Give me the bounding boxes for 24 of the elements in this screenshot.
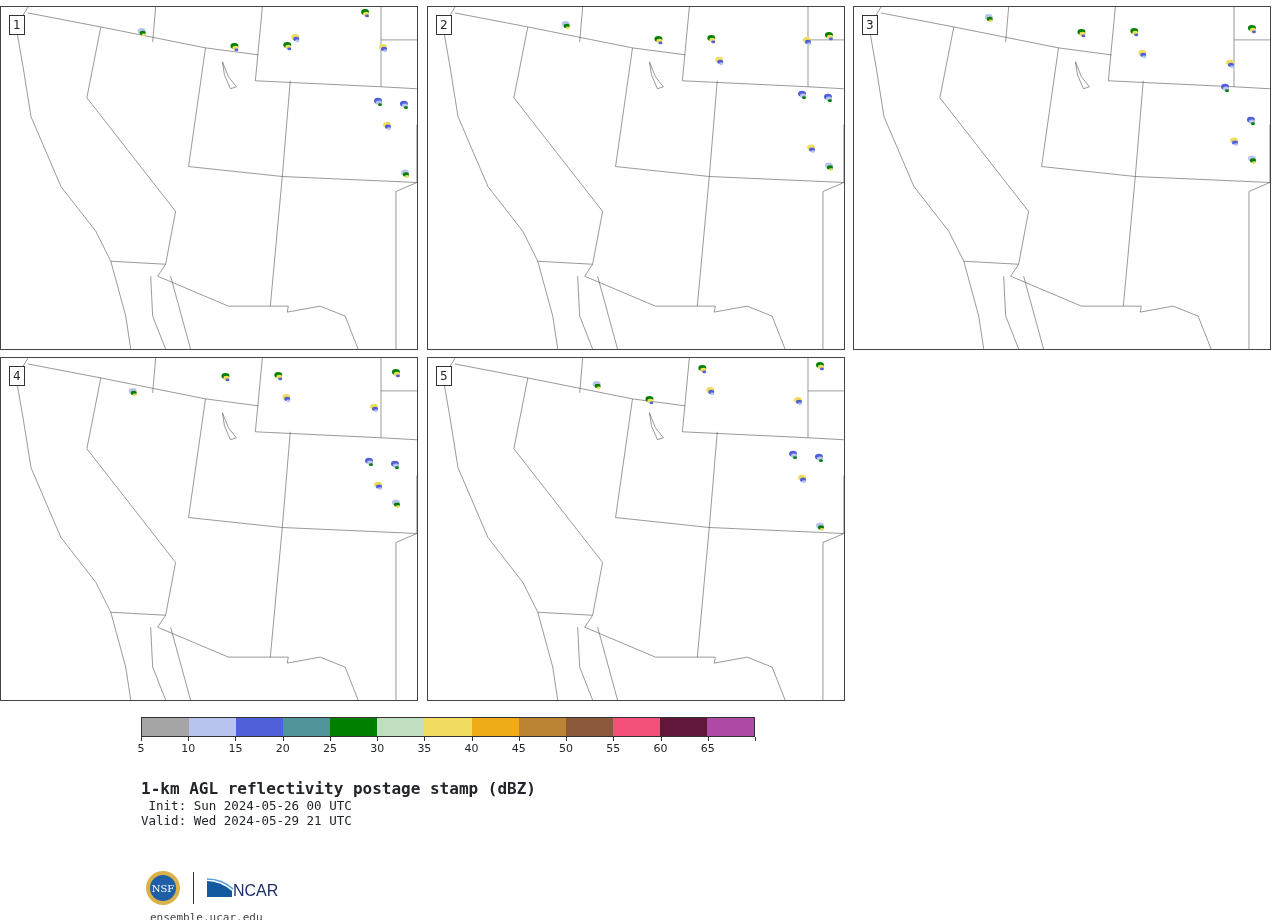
tick-label: 40	[464, 743, 479, 754]
panel-number: 5	[436, 366, 452, 386]
tick-label: 35	[417, 743, 432, 754]
tick-label: 30	[370, 743, 385, 754]
tick-label: 5	[137, 743, 145, 754]
ncar-logo: NCAR	[206, 876, 280, 899]
tick-label: 60	[653, 743, 668, 754]
site-url: ensemble.ucar.edu	[150, 909, 264, 920]
tick-label: 50	[559, 743, 574, 754]
tick-label: 25	[322, 743, 337, 754]
nsf-logo: NSF	[145, 869, 181, 906]
tick-label: 20	[275, 743, 290, 754]
panel-number: 2	[436, 15, 452, 35]
tick-label: 15	[228, 743, 243, 754]
panel-number: 4	[9, 366, 25, 386]
chart-title: 1-km AGL reflectivity postage stamp (dBZ)	[141, 780, 537, 798]
tick-label: 65	[700, 743, 715, 754]
panel-number: 3	[862, 15, 878, 35]
panel-number: 1	[9, 15, 25, 35]
valid-time: Valid: Wed 2024-05-29 21 UTC	[141, 812, 353, 828]
tick-label: 10	[181, 743, 196, 754]
init-time: Init: Sun 2024-05-26 00 UTC	[147, 797, 353, 813]
tick-label: 55	[606, 743, 621, 754]
tick-label: 45	[511, 743, 526, 754]
